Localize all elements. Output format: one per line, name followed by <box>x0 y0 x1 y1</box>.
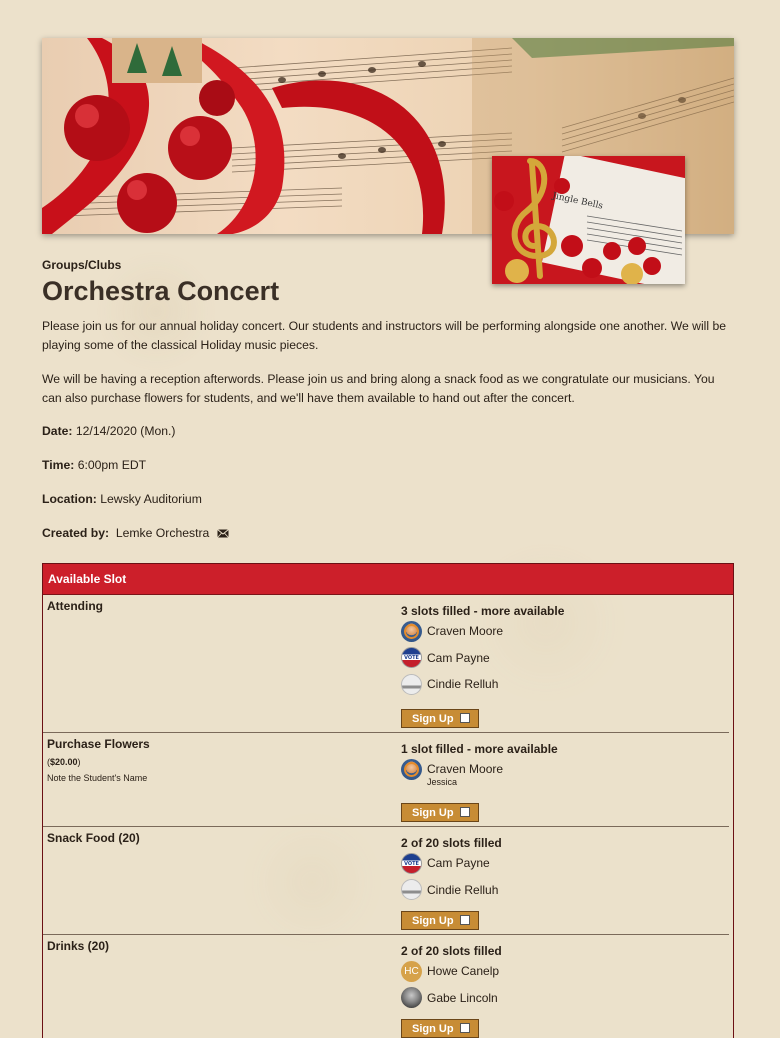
event-location: Location: Lewsky Auditorium <box>42 492 202 506</box>
avatar-text: VOTE <box>404 655 419 662</box>
participant-name: Craven Moore <box>427 762 504 777</box>
participant: Craven Moore <box>401 618 721 645</box>
event-creator-label: Created by: <box>42 526 110 540</box>
slot-participants: 2 of 20 slots filled VOTE Cam Payne Cind… <box>401 836 721 903</box>
slot-name: Snack Food (20) <box>47 831 140 845</box>
slot-name: Drinks (20) <box>47 939 110 953</box>
slot-name: Attending <box>47 599 103 613</box>
event-description-paragraph: Please join us for our annual holiday co… <box>42 319 727 352</box>
event-date-label: Date: <box>42 424 73 438</box>
event-time-label: Time: <box>42 458 75 472</box>
avatar-text: VOTE <box>404 860 419 867</box>
slot-status: 2 of 20 slots filled <box>401 836 502 850</box>
participant: Gabe Lincoln <box>401 985 721 1012</box>
event-description-paragraph: We will be having a reception afterwords… <box>42 372 715 405</box>
envelope-icon[interactable] <box>216 527 229 541</box>
slot-participants: 2 of 20 slots filled HC Howe Canelp Gabe… <box>401 944 721 1011</box>
sign-up-label: Sign Up <box>412 915 454 927</box>
sign-up-label: Sign Up <box>412 713 454 725</box>
jingle-bells-inset-image: Jingle Bells <box>492 156 685 284</box>
event-time: Time: 6:00pm EDT <box>42 458 146 472</box>
participant-name: Craven Moore <box>427 624 504 639</box>
slot-name: Purchase Flowers <box>47 737 150 751</box>
event-date-value: 12/14/2020 (Mon.) <box>75 424 176 438</box>
signup-slots-table: Available Slot Attending 3 slots filled … <box>42 563 734 1038</box>
slot-info: Attending <box>47 599 387 613</box>
participant: VOTE Cam Payne <box>401 645 721 672</box>
checkbox-icon[interactable] <box>459 713 470 723</box>
slot-price: ($20.00) <box>47 757 81 767</box>
slot-info: Drinks (20) <box>47 939 387 953</box>
table-row: Purchase Flowers ($20.00) Note the Stude… <box>43 733 729 827</box>
event-location-label: Location: <box>42 492 97 506</box>
avatar <box>401 673 422 695</box>
participant-name: Cindie Relluh <box>427 677 499 692</box>
sign-up-button[interactable]: Sign Up <box>401 709 479 728</box>
checkbox-icon[interactable] <box>459 1023 470 1033</box>
slot-status: 1 slot filled - more available <box>401 742 558 756</box>
participant: Cindie Relluh <box>401 671 721 698</box>
event-date: Date: 12/14/2020 (Mon.) <box>42 424 175 438</box>
participant-name: Cam Payne <box>427 650 490 665</box>
sign-up-button[interactable]: Sign Up <box>401 803 479 822</box>
avatar <box>401 758 422 780</box>
event-creator-name: Lemke Orchestra <box>115 526 210 540</box>
treble-clef-illustration: Jingle Bells <box>492 156 685 284</box>
slot-note: Note the Student's Name <box>47 773 148 783</box>
event-time-value: 6:00pm EDT <box>77 458 147 472</box>
participant-name: Howe Canelp <box>427 964 500 979</box>
table-row: Snack Food (20) 2 of 20 slots filled VOT… <box>43 827 729 935</box>
slot-status: 3 slots filled - more available <box>401 604 565 618</box>
event-location-value: Lewsky Auditorium <box>100 492 202 506</box>
sign-up-button[interactable]: Sign Up <box>401 911 479 930</box>
participant: HC Howe Canelp <box>401 958 721 985</box>
avatar <box>401 987 422 1009</box>
page-title: Orchestra Concert <box>42 276 280 306</box>
participant: Cindie Relluh <box>401 877 721 904</box>
participant-name: Gabe Lincoln <box>427 990 498 1005</box>
avatar <box>401 879 422 901</box>
checkbox-icon[interactable] <box>459 807 470 817</box>
participant: Craven Moore Jessica <box>401 756 721 787</box>
event-creator: Created by: Lemke Orchestra <box>42 526 229 541</box>
sign-up-label: Sign Up <box>412 807 454 819</box>
avatar <box>401 620 422 642</box>
slot-status: 2 of 20 slots filled <box>401 944 502 958</box>
avatar: HC <box>401 960 422 982</box>
sign-up-button[interactable]: Sign Up <box>401 1019 479 1038</box>
slot-info: Purchase Flowers ($20.00) Note the Stude… <box>47 737 387 783</box>
slot-participants: 1 slot filled - more available Craven Mo… <box>401 742 721 787</box>
event-page: Jingle Bells Groups/Clubs Orchestra Conc… <box>42 38 734 1038</box>
jingle-bells-decoration <box>64 80 235 233</box>
participant: VOTE Cam Payne <box>401 850 721 877</box>
avatar: VOTE <box>401 647 422 669</box>
slot-price-value: $20.00 <box>50 757 78 767</box>
table-row: Attending 3 slots filled - more availabl… <box>43 595 729 733</box>
event-category: Groups/Clubs <box>42 258 122 272</box>
checkbox-icon[interactable] <box>459 915 470 925</box>
slot-participants: 3 slots filled - more available Craven M… <box>401 604 721 698</box>
participant-name: Cindie Relluh <box>427 882 499 897</box>
participant-name: Cam Payne <box>427 856 490 871</box>
avatar: VOTE <box>401 852 422 874</box>
participant-note: Jessica <box>427 777 458 787</box>
sign-up-label: Sign Up <box>412 1023 454 1035</box>
table-row: Drinks (20) 2 of 20 slots filled HC Howe… <box>43 935 729 1038</box>
table-header: Available Slot <box>43 564 733 595</box>
slot-info: Snack Food (20) <box>47 831 387 845</box>
